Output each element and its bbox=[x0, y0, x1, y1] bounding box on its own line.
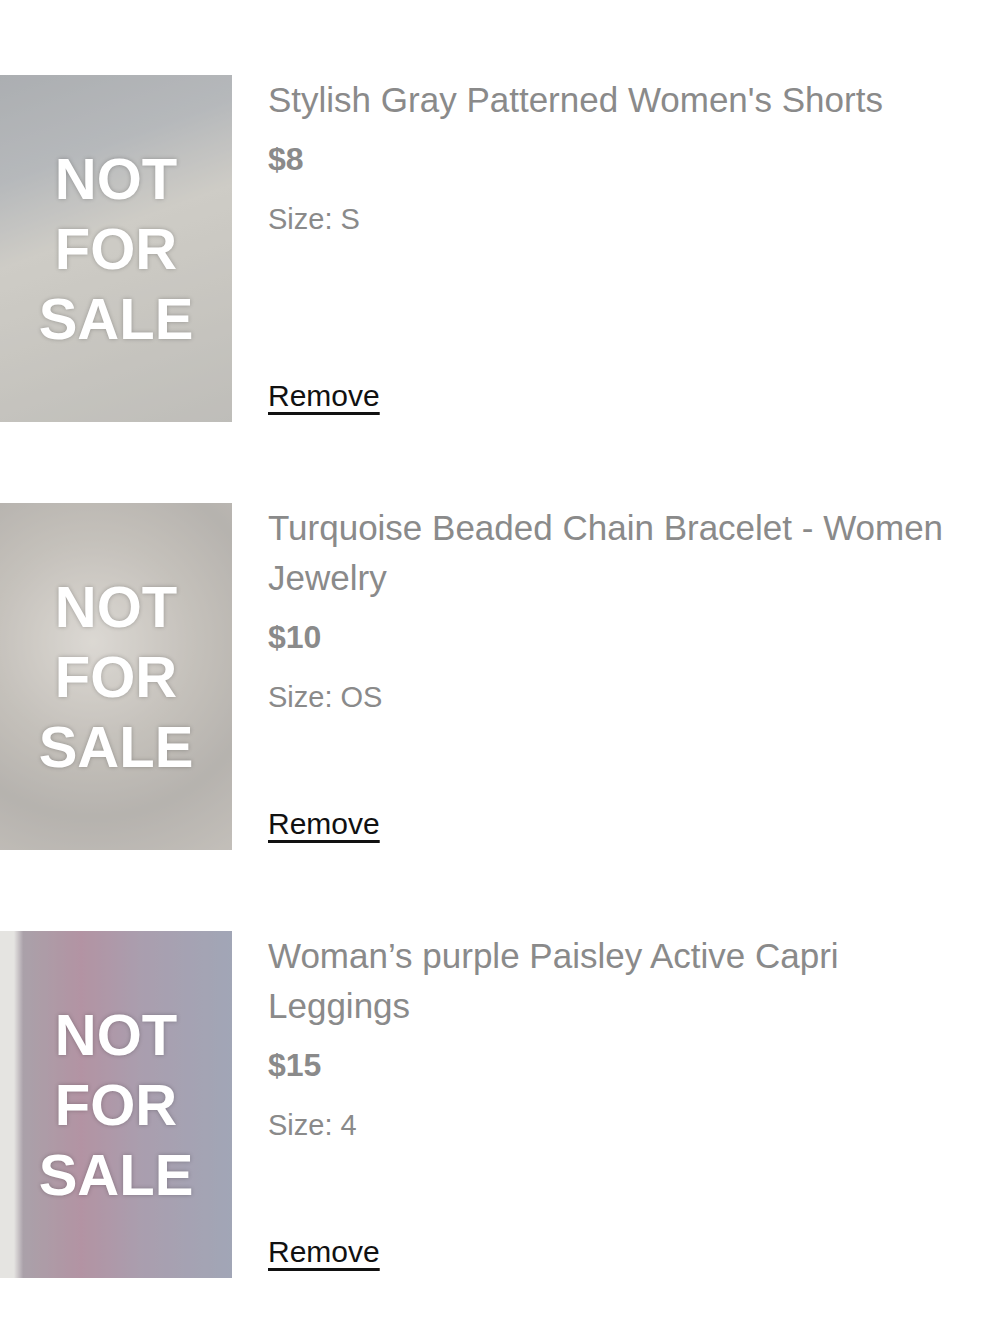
badge-text: NOT FOR SALE bbox=[31, 1000, 201, 1210]
item-price: $15 bbox=[268, 1045, 969, 1085]
item-title[interactable]: Stylish Gray Patterned Women's Shorts bbox=[268, 75, 969, 125]
item-thumbnail[interactable]: NOT FOR SALE bbox=[0, 931, 232, 1278]
badge-text: NOT FOR SALE bbox=[31, 572, 201, 782]
item-price: $10 bbox=[268, 617, 969, 657]
item-thumbnail[interactable]: NOT FOR SALE bbox=[0, 75, 232, 422]
cart-item: NOT FOR SALE Woman’s purple Paisley Activ… bbox=[0, 931, 999, 1278]
cart-item: NOT FOR SALE Turquoise Beaded Chain Brace… bbox=[0, 503, 999, 850]
remove-link[interactable]: Remove bbox=[268, 804, 380, 844]
item-size: Size: S bbox=[268, 199, 969, 239]
cart-item: NOT FOR SALEStylish Gray Patterned Women… bbox=[0, 75, 999, 422]
not-for-sale-badge: NOT FOR SALE bbox=[0, 75, 232, 422]
item-thumbnail[interactable]: NOT FOR SALE bbox=[0, 503, 232, 850]
item-title[interactable]: Turquoise Beaded Chain Bracelet - Women … bbox=[268, 503, 969, 603]
item-info: Stylish Gray Patterned Women's Shorts $8 S… bbox=[232, 75, 999, 422]
remove-link[interactable]: Remove bbox=[268, 376, 380, 416]
item-info: Turquoise Beaded Chain Bracelet - Women … bbox=[232, 503, 999, 850]
item-price: $8 bbox=[268, 139, 969, 179]
badge-text: NOT FOR SALE bbox=[31, 144, 201, 354]
item-size: Size: OS bbox=[268, 677, 969, 717]
item-info: Woman’s purple Paisley Active Capri Legg… bbox=[232, 931, 999, 1278]
not-for-sale-badge: NOT FOR SALE bbox=[0, 931, 232, 1278]
item-title[interactable]: Woman’s purple Paisley Active Capri Legg… bbox=[268, 931, 969, 1031]
item-size: Size: 4 bbox=[268, 1105, 969, 1145]
remove-link[interactable]: Remove bbox=[268, 1232, 380, 1272]
cart-list: NOT FOR SALEStylish Gray Patterned Women… bbox=[0, 0, 999, 1278]
not-for-sale-badge: NOT FOR SALE bbox=[0, 503, 232, 850]
